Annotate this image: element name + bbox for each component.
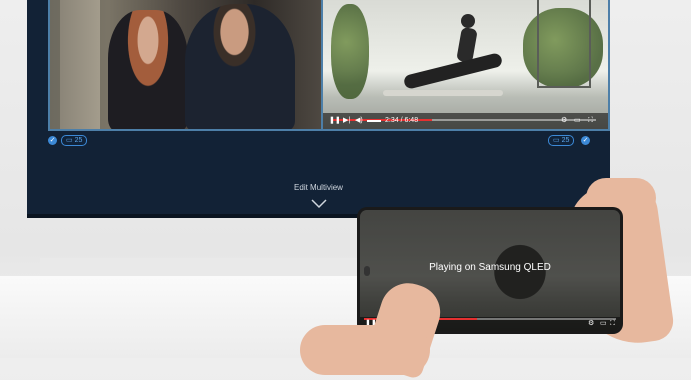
volume-icon[interactable]: ◀) <box>355 113 363 129</box>
volume-slider[interactable] <box>367 120 381 122</box>
left-badge-count: 25 <box>74 137 83 144</box>
edit-multiview-label[interactable]: Edit Multiview <box>27 183 610 192</box>
left-badge: ▭ 25 <box>61 135 88 146</box>
plant-left <box>331 4 369 99</box>
playing-status-text: Playing on Samsung QLED <box>429 262 551 273</box>
tv-screen: ❚❚ ▶| ◀) 2:34 / 6:48 ⚙ ▭ ⛶ ✓ ▭ 25 ▭ 25 ✓… <box>27 0 610 218</box>
right-check-icon: ✓ <box>581 136 590 145</box>
next-icon[interactable]: ▶| <box>343 113 350 129</box>
yoga-figure <box>393 12 504 97</box>
fullscreen-icon[interactable]: ⛶ <box>610 317 615 331</box>
play-pause-icon[interactable]: ❚❚ <box>329 113 341 129</box>
settings-icon[interactable]: ⚙ <box>588 317 594 331</box>
tapping-hand-palm <box>300 325 430 375</box>
screen-icon: ▭ <box>66 137 73 144</box>
cast-icon[interactable]: ▭ <box>574 113 581 129</box>
screen-icon: ▭ <box>553 137 560 144</box>
chevron-down-icon[interactable] <box>311 199 327 209</box>
right-badge: ▭ 25 <box>548 135 575 146</box>
multiview-right-pane[interactable]: ❚❚ ▶| ◀) 2:34 / 6:48 ⚙ ▭ ⛶ <box>321 0 610 131</box>
movie-scene-window <box>60 0 100 129</box>
left-check-icon: ✓ <box>48 136 57 145</box>
fullscreen-icon[interactable]: ⛶ <box>588 113 593 129</box>
right-badge-count: 25 <box>561 137 570 144</box>
video-time: 2:34 / 6:48 <box>385 117 419 124</box>
settings-icon[interactable]: ⚙ <box>561 113 567 129</box>
yoga-mat <box>383 90 503 96</box>
video-controls-bar: ❚❚ ▶| ◀) 2:34 / 6:48 ⚙ ▭ ⛶ <box>323 113 608 129</box>
actor-figure <box>185 4 295 129</box>
cast-icon[interactable]: ▭ <box>600 317 607 331</box>
window-frame <box>537 0 591 88</box>
multiview-left-pane[interactable] <box>48 0 344 131</box>
actress-figure <box>108 10 188 129</box>
